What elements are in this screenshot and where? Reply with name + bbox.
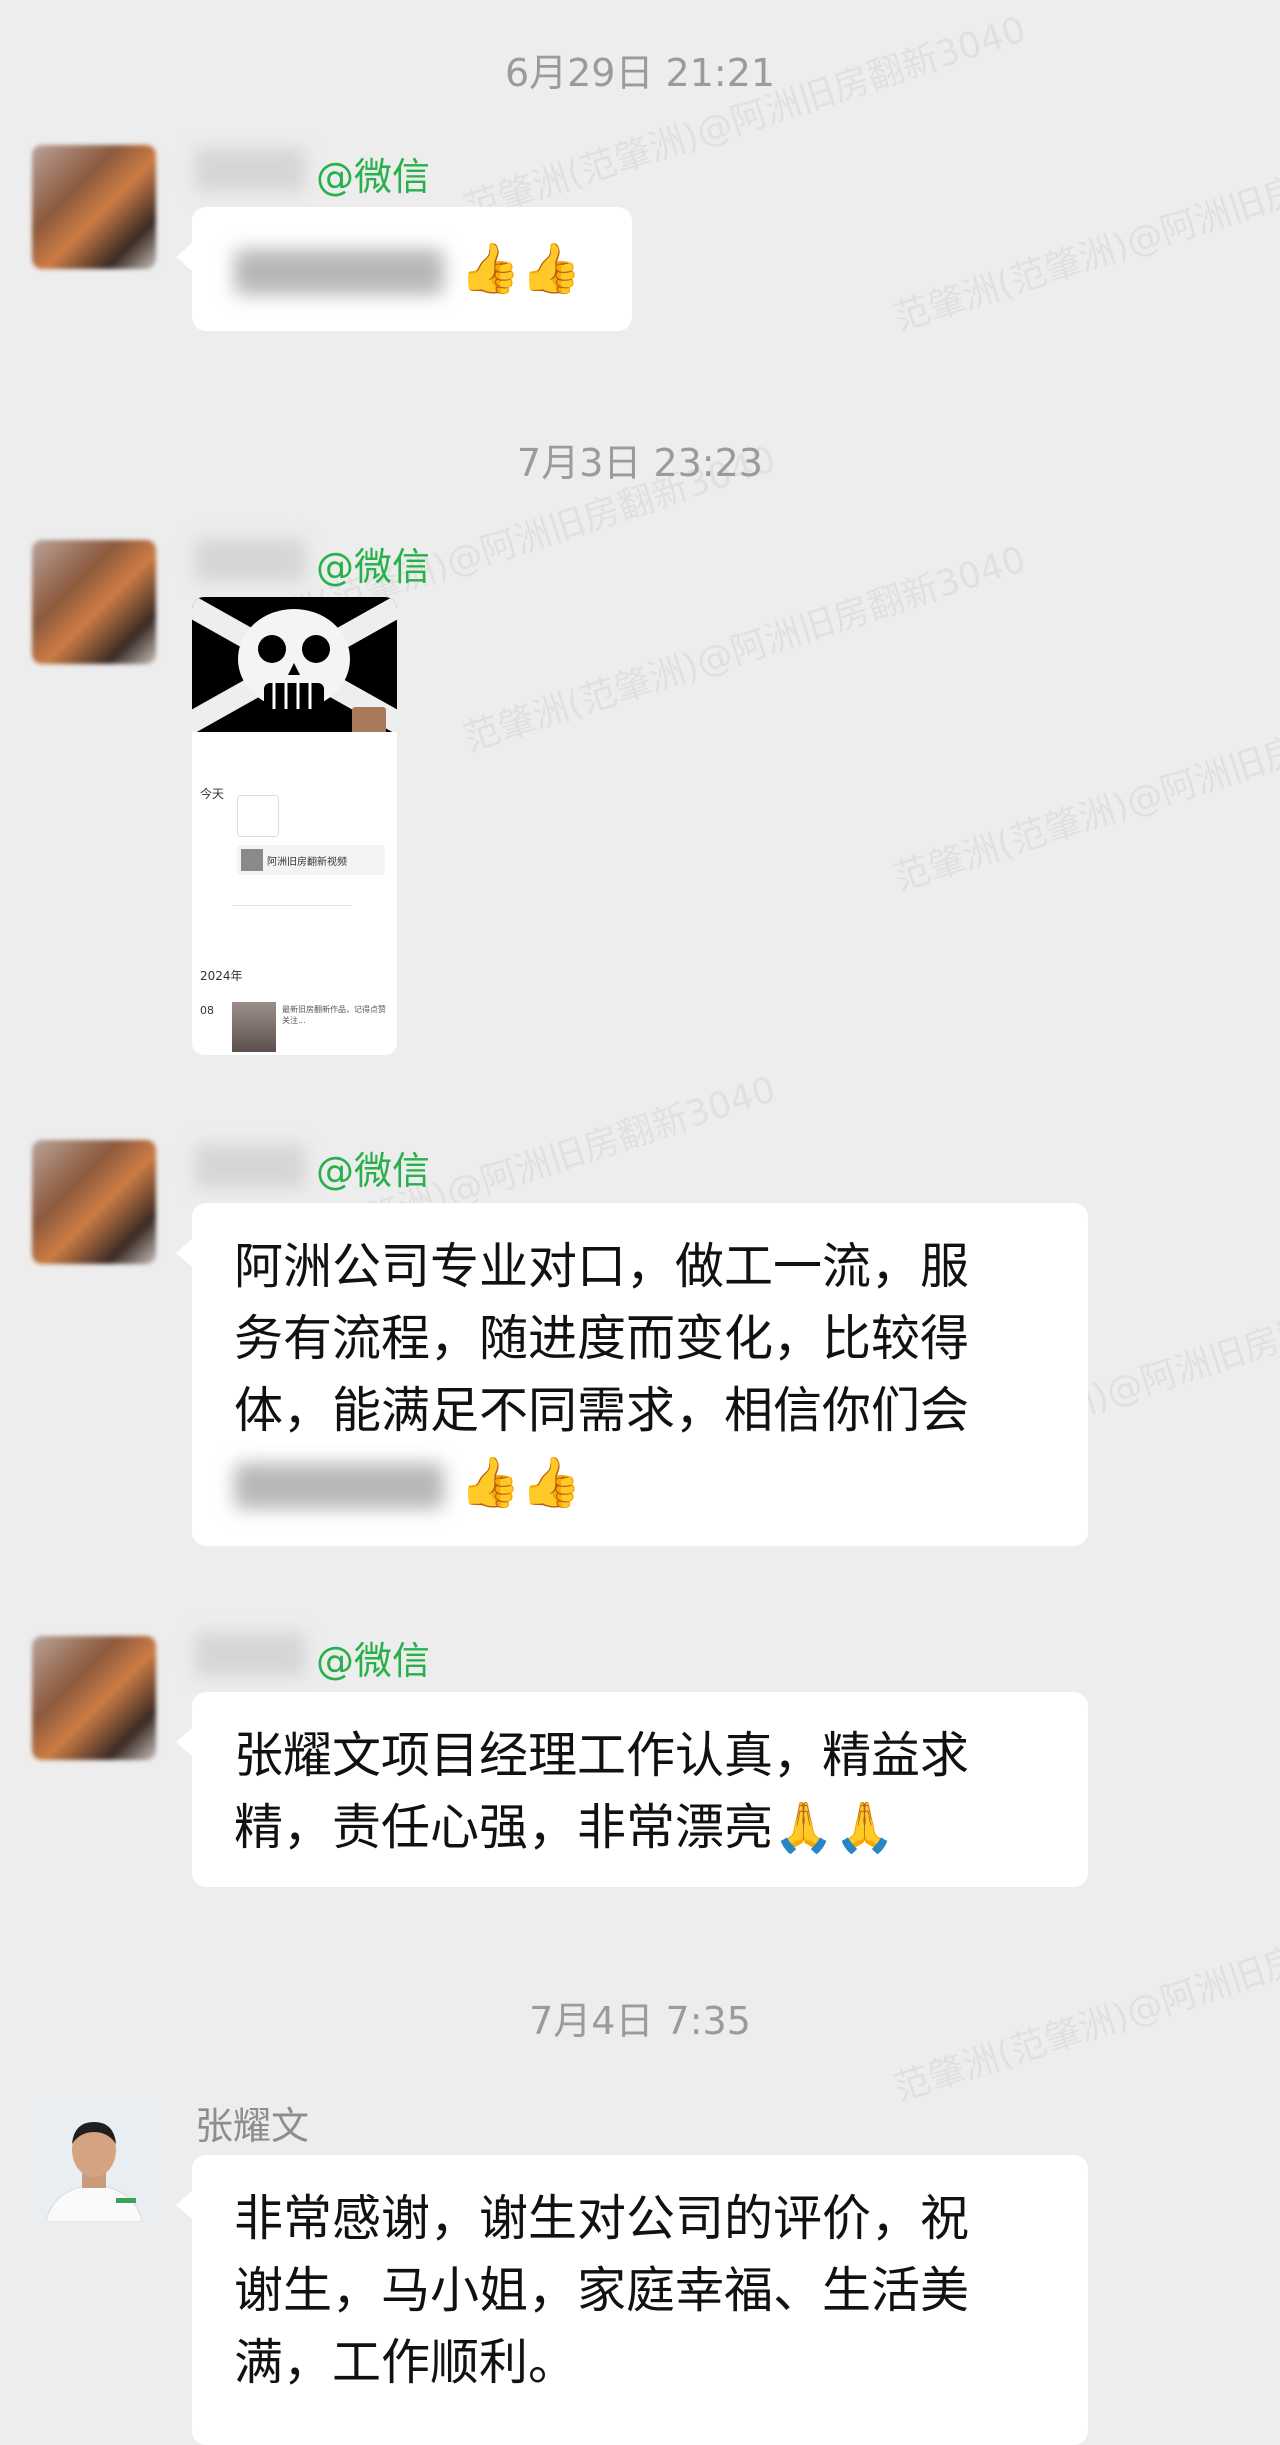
message-line: 👍👍 <box>234 1447 1046 1519</box>
thumb-link-text: 阿洲旧房翻新视频 <box>267 857 347 868</box>
message-line: 务有流程，随进度而变化，比较得 <box>234 1310 970 1367</box>
timestamp: 7月3日 23:23 <box>517 441 763 485</box>
thumb-link-row: 阿洲旧房翻新视频 <box>237 845 385 875</box>
profile-photo <box>32 2098 156 2222</box>
avatar[interactable] <box>32 145 156 269</box>
thumb-day: 08 <box>200 1004 214 1017</box>
thumb-like-box <box>237 795 279 837</box>
watermark: 范肇洲(范肇洲)@阿洲旧房翻新3040 <box>889 119 1280 340</box>
skull-banner-image <box>192 597 397 737</box>
message-line: 谢生，马小姐，家庭幸福、生活美 <box>234 2262 970 2319</box>
message-line: 非常感谢，谢生对公司的评价，祝 <box>234 2190 970 2247</box>
message-line: 张耀文项目经理工作认真，精益求 <box>234 1727 970 1784</box>
message-line: 阿洲公司专业对口，做工一流，服 <box>234 1238 970 1295</box>
thumb-row-title: 今天 <box>200 787 225 801</box>
message-line: 体，能满足不同需求，相信你们会 <box>234 1382 970 1439</box>
avatar[interactable] <box>32 2098 156 2222</box>
avatar[interactable] <box>32 540 156 664</box>
emoji-thumbs-up: 👍👍 <box>459 1454 582 1511</box>
watermark: 范肇洲(范肇洲)@阿洲旧房翻新3040 <box>459 9 1031 230</box>
wechat-tag: @微信 <box>316 545 431 589</box>
wechat-tag: @微信 <box>316 155 431 199</box>
message-bubble[interactable]: 👍👍 <box>176 207 632 331</box>
thumb-link-icon <box>241 849 263 871</box>
avatar[interactable] <box>32 1636 156 1760</box>
wechat-tag: @微信 <box>316 1639 431 1683</box>
thumb-divider <box>232 905 352 906</box>
image-message[interactable]: 今天 阿洲旧房翻新视频 2024年 08 最新旧房翻新作品，记得点赞关注... <box>192 597 397 1055</box>
message-bubble[interactable]: 非常感谢，谢生对公司的评价，祝 谢生，马小姐，家庭幸福、生活美 满，工作顺利。 <box>176 2155 1088 2445</box>
wechat-tag: @微信 <box>316 1149 431 1193</box>
blurred-text <box>234 1462 444 1509</box>
blurred-text <box>234 248 444 295</box>
watermark: 范肇洲(范肇洲)@阿洲旧房翻新3040 <box>889 679 1280 900</box>
emoji-thumbs-up: 👍👍 <box>459 240 582 297</box>
thumb-photo <box>232 1002 276 1052</box>
sender-name: 张耀文 <box>195 2104 310 2148</box>
message-line: 满，工作顺利。 <box>234 2334 578 2391</box>
sender-name-blurred <box>195 1632 305 1676</box>
message-bubble[interactable]: 阿洲公司专业对口，做工一流，服 务有流程，随进度而变化，比较得 体，能满足不同需… <box>176 1203 1088 1546</box>
message-line: 精，责任心强，非常漂亮🙏🙏 <box>234 1799 896 1856</box>
timestamp: 7月4日 7:35 <box>529 1999 751 2043</box>
avatar[interactable] <box>32 1140 156 1264</box>
thumb-note: 最新旧房翻新作品，记得点赞关注... <box>282 1005 386 1025</box>
sender-name-blurred <box>195 148 305 192</box>
sender-name-blurred <box>195 538 305 582</box>
timestamp: 6月29日 21:21 <box>504 51 776 95</box>
sender-name-blurred <box>195 1144 305 1188</box>
thumb-year: 2024年 <box>200 969 243 983</box>
watermark: 范肇洲(范肇洲)@阿洲旧房翻新3040 <box>459 539 1031 760</box>
message-bubble[interactable]: 张耀文项目经理工作认真，精益求 精，责任心强，非常漂亮🙏🙏 <box>176 1692 1088 1887</box>
